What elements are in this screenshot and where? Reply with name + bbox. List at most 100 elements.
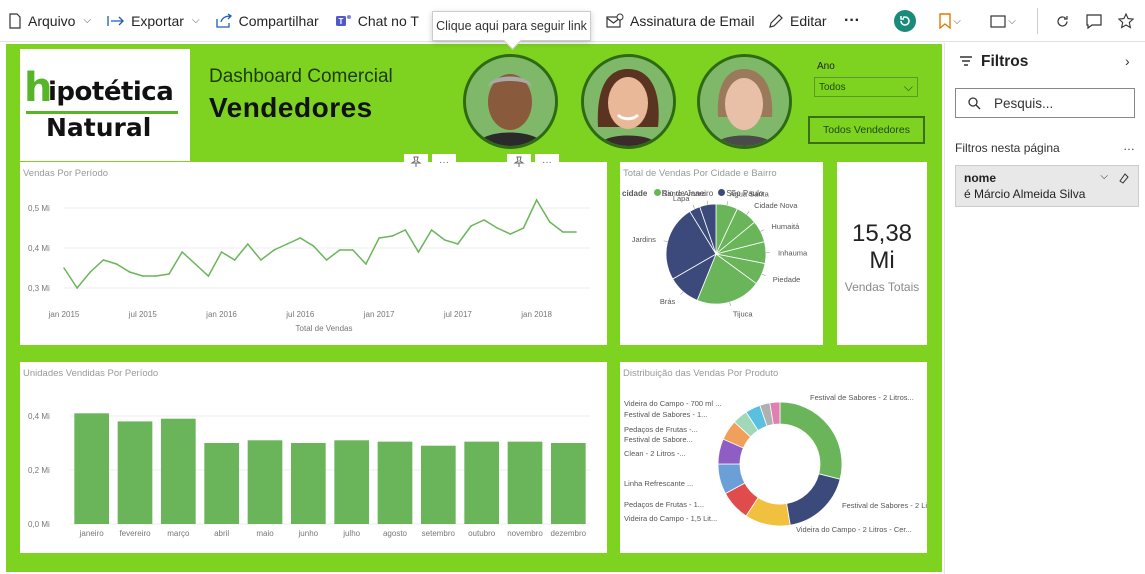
x-tick-label: junho: [298, 529, 319, 538]
y-tick-label: 0,3 Mi: [28, 284, 50, 293]
data-point: [391, 235, 394, 237]
seller-photo-1-image: [466, 57, 555, 146]
collapse-filters-button[interactable]: ›: [1125, 53, 1130, 69]
ano-dropdown[interactable]: Todos ⌵: [814, 77, 918, 97]
more-options-button[interactable]: ···: [836, 0, 868, 42]
pie-leader-line: [692, 205, 695, 209]
pin-visual-button[interactable]: [404, 154, 428, 170]
data-point: [286, 243, 288, 245]
visual-more-options-button[interactable]: ···: [535, 154, 559, 170]
x-tick-label: maio: [256, 529, 274, 538]
bookmark-button[interactable]: ⌵: [930, 0, 970, 42]
pin-visual-button[interactable]: [507, 154, 531, 170]
compartilhar-label: Compartilhar: [238, 12, 319, 29]
data-point: [483, 219, 485, 221]
favorite-button[interactable]: [1115, 0, 1137, 42]
editar-button[interactable]: Editar: [760, 0, 835, 42]
view-icon: [990, 14, 1006, 28]
reset-button[interactable]: [893, 0, 917, 42]
refresh-button[interactable]: [1052, 0, 1072, 42]
eraser-icon[interactable]: [1118, 172, 1130, 184]
legend-dot-sp: [718, 189, 726, 196]
visual-title: Distribuição das Vendas Por Produto: [623, 368, 779, 379]
vendas-totais-card: 15,38 Mi Vendas Totais: [837, 162, 927, 345]
y-tick-label: 0,4 Mi: [28, 244, 50, 253]
search-placeholder: Pesquis...: [994, 96, 1054, 111]
visual-more-options-button[interactable]: ···: [432, 154, 456, 170]
bookmark-icon: [939, 13, 951, 29]
comment-button[interactable]: [1083, 0, 1105, 42]
filters-section-label: Filtros nesta página: [955, 141, 1060, 155]
x-tick-label: agosto: [383, 529, 408, 538]
data-point: [181, 251, 183, 253]
chevron-down-icon: ⌵: [191, 15, 200, 26]
todos-vendedores-button[interactable]: Todos Vendedores: [808, 116, 925, 144]
data-point: [575, 231, 577, 233]
pie-slice: [786, 473, 841, 526]
pie-leader-line: [706, 200, 709, 205]
data-point: [365, 263, 367, 265]
pin-icon: [410, 156, 422, 167]
legend-item-sp: São Paulo: [726, 189, 764, 198]
y-tick-label: 0,2 Mi: [28, 466, 50, 475]
data-point: [207, 275, 210, 277]
bar: [377, 441, 413, 524]
bar-chart: 0,0 Mi 0,2 Mi 0,4 Mi janeiro fevereiro março a…: [28, 412, 590, 538]
filter-icon: [960, 56, 972, 66]
data-point: [246, 243, 249, 245]
editar-label: Editar: [790, 12, 827, 29]
filter-card-nome[interactable]: nome é Márcio Almeida Silva ⌵: [955, 165, 1139, 207]
x-tick-label: jul 2016: [285, 310, 315, 319]
kpi-value: 15,38: [851, 220, 913, 247]
pie-leader-line: [726, 201, 729, 206]
visual-title: Total de Vendas Por Cidade e Bairro: [623, 168, 777, 179]
exportar-label: Exportar: [131, 12, 184, 29]
x-tick-label: jan 2016: [205, 310, 237, 319]
chat-teams-button[interactable]: T Chat no T: [327, 0, 427, 42]
view-button[interactable]: ⌵: [983, 0, 1023, 42]
data-point: [430, 229, 433, 231]
pencil-icon: [769, 13, 783, 28]
data-point: [155, 275, 157, 277]
pie-label: Cidade Nova: [754, 201, 798, 210]
seller-photo-3[interactable]: [697, 54, 792, 149]
data-point: [457, 243, 459, 245]
svg-text:T: T: [338, 17, 343, 26]
assinatura-email-button[interactable]: Assinatura de Email: [598, 0, 763, 42]
company-logo: h ipotética Natural: [20, 49, 190, 161]
exportar-menu[interactable]: Exportar ⌵: [99, 0, 208, 42]
bar: [551, 443, 586, 524]
seller-photo-1[interactable]: [463, 54, 558, 149]
compartilhar-button[interactable]: Compartilhar: [208, 0, 327, 42]
x-tick-label: novembro: [507, 529, 543, 538]
data-point: [89, 271, 92, 273]
legend-item-rio: Rio de Janeiro: [661, 189, 714, 198]
donut-label: Linha Refrescante ...: [624, 479, 693, 488]
bar: [74, 413, 109, 524]
pie-leader-line: [729, 302, 731, 307]
chevron-down-icon[interactable]: ⌵: [1100, 171, 1108, 182]
email-subscribe-icon: [606, 13, 624, 28]
distribuicao-produto-visual: Distribuição das Vendas Por Produto Fest…: [620, 362, 946, 553]
kpi-unit: Mi: [869, 247, 895, 274]
vendas-por-periodo-visual: Vendas Por Período 0,3 Mi 0,4 Mi 0,5 Mi jan…: [20, 162, 607, 345]
x-tick-label: dezembro: [551, 529, 587, 538]
data-point: [141, 275, 144, 277]
bar: [117, 421, 153, 524]
seller-photo-2[interactable]: [581, 54, 676, 149]
filters-search-input[interactable]: Pesquis...: [955, 88, 1135, 118]
assinatura-label: Assinatura de Email: [630, 12, 755, 29]
pie-leader-line: [761, 273, 766, 276]
file-icon: [9, 12, 21, 29]
toolbar-divider: [1037, 8, 1038, 34]
data-point: [220, 251, 223, 253]
bar: [334, 440, 369, 524]
donut-label: Festival de Sabores - 1...: [624, 410, 707, 419]
pie-leader-line: [760, 229, 765, 232]
section-more-button[interactable]: …: [1123, 139, 1135, 153]
line-chart: 0,3 Mi 0,4 Mi 0,5 Mi jan 2015 jul 2015 jan 20…: [28, 198, 590, 333]
logo-text-rest: ipotética: [48, 77, 174, 107]
ano-value: Todos: [819, 82, 846, 93]
arquivo-menu[interactable]: Arquivo ⌵: [0, 0, 99, 42]
seller-photo-2-image: [584, 57, 673, 146]
